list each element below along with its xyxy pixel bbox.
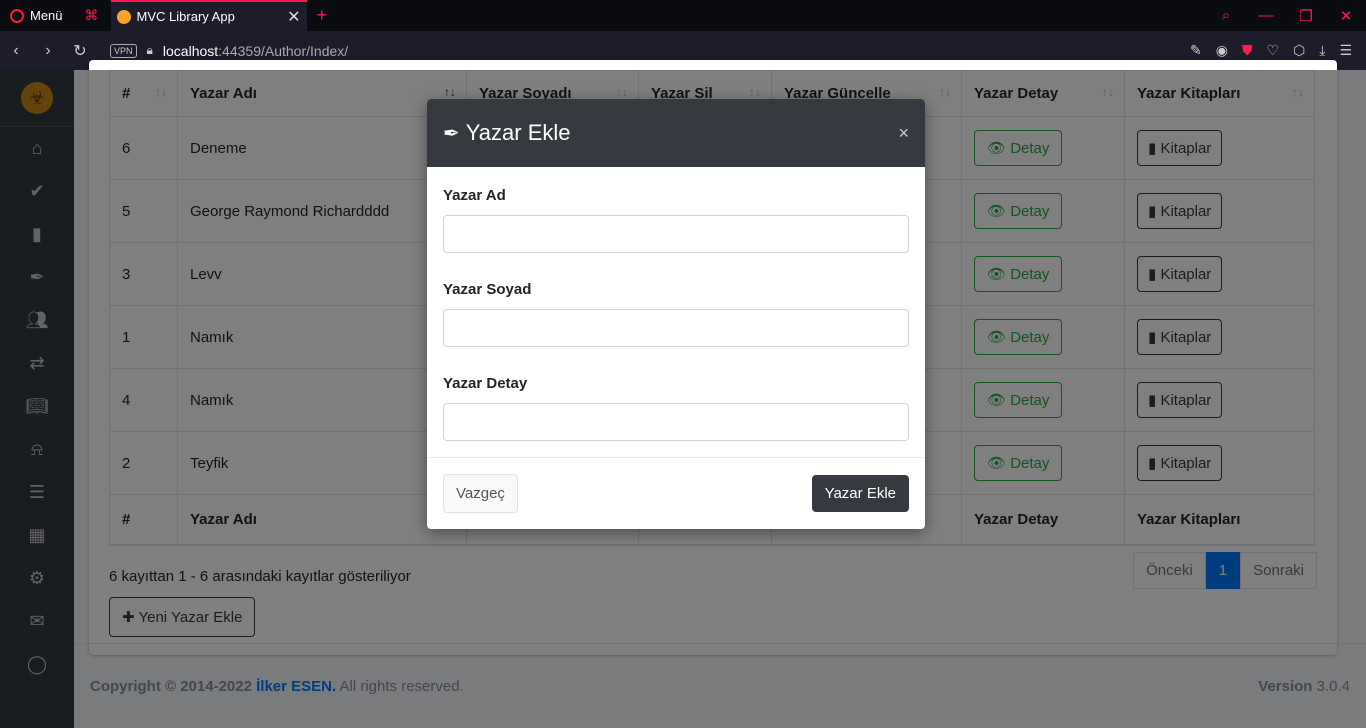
pen-nib-icon: ✒ <box>443 122 460 145</box>
modal-title: Yazar Ekle <box>465 120 571 145</box>
close-window-icon[interactable]: ✕ <box>1326 7 1366 25</box>
address-tools: ✎ ◉ ⛊ ♡ ⬡ ⤓ ☰ <box>1190 42 1366 59</box>
cancel-button[interactable]: Vazgeç <box>443 474 518 513</box>
heart-icon[interactable]: ♡ <box>1266 42 1279 59</box>
url-path: :44359/Author/Index/ <box>218 42 349 59</box>
vpn-badge[interactable]: VPN <box>110 43 137 58</box>
menu-label: Menü <box>30 8 63 23</box>
back-icon[interactable]: ‹ <box>0 42 32 60</box>
tab-close-icon[interactable]: ✕ <box>287 7 300 27</box>
url-field[interactable]: localhost:44359/Author/Index/ <box>163 43 348 59</box>
edit-icon[interactable]: ✎ <box>1190 42 1202 59</box>
reload-icon[interactable]: ↻ <box>64 41 96 61</box>
lock-icon[interactable]: 🔒︎ <box>147 43 153 58</box>
box-icon[interactable]: ⬡ <box>1293 42 1305 59</box>
download-icon[interactable]: ⤓ <box>1319 42 1325 59</box>
author-first-name-label: Yazar Ad <box>443 187 506 204</box>
author-detail-input[interactable] <box>443 403 909 441</box>
add-author-modal: ✒ Yazar Ekle × Yazar Ad Yazar Soyad Yaza… <box>427 99 925 529</box>
modal-close-button[interactable]: × <box>898 123 909 144</box>
browser-tab-active[interactable]: MVC Library App ✕ <box>110 0 307 31</box>
browser-tabbar: Menü ⌘ MVC Library App ✕ + ⌕ — ❐ ✕ <box>0 0 1366 31</box>
modal-body: Yazar Ad Yazar Soyad Yazar Detay <box>427 167 925 458</box>
author-last-name-label: Yazar Soyad <box>443 281 532 298</box>
favicon-icon <box>116 9 131 24</box>
new-tab-icon[interactable]: + <box>307 5 338 26</box>
author-detail-label: Yazar Detay <box>443 375 528 392</box>
restore-icon[interactable]: ❐ <box>1286 7 1326 25</box>
gamepad-icon[interactable]: ⌘ <box>73 7 111 24</box>
shield-icon[interactable]: ⛊ <box>1242 42 1253 59</box>
modal-header: ✒ Yazar Ekle × <box>427 99 925 167</box>
window-controls: ⌕ — ❐ ✕ <box>1206 7 1366 25</box>
submit-author-button[interactable]: Yazar Ekle <box>811 475 909 512</box>
opera-logo-icon <box>10 8 24 23</box>
search-icon[interactable]: ⌕ <box>1206 7 1246 25</box>
settings-sliders-icon[interactable]: ☰ <box>1339 42 1352 59</box>
tab-title: MVC Library App <box>136 9 235 24</box>
author-last-name-input[interactable] <box>443 309 909 347</box>
forward-icon[interactable]: › <box>32 42 64 60</box>
opera-menu-button[interactable]: Menü <box>0 0 73 31</box>
camera-icon[interactable]: ◉ <box>1216 42 1228 59</box>
minimize-icon[interactable]: — <box>1246 7 1286 25</box>
author-first-name-input[interactable] <box>443 215 909 253</box>
url-host: localhost <box>162 42 219 59</box>
